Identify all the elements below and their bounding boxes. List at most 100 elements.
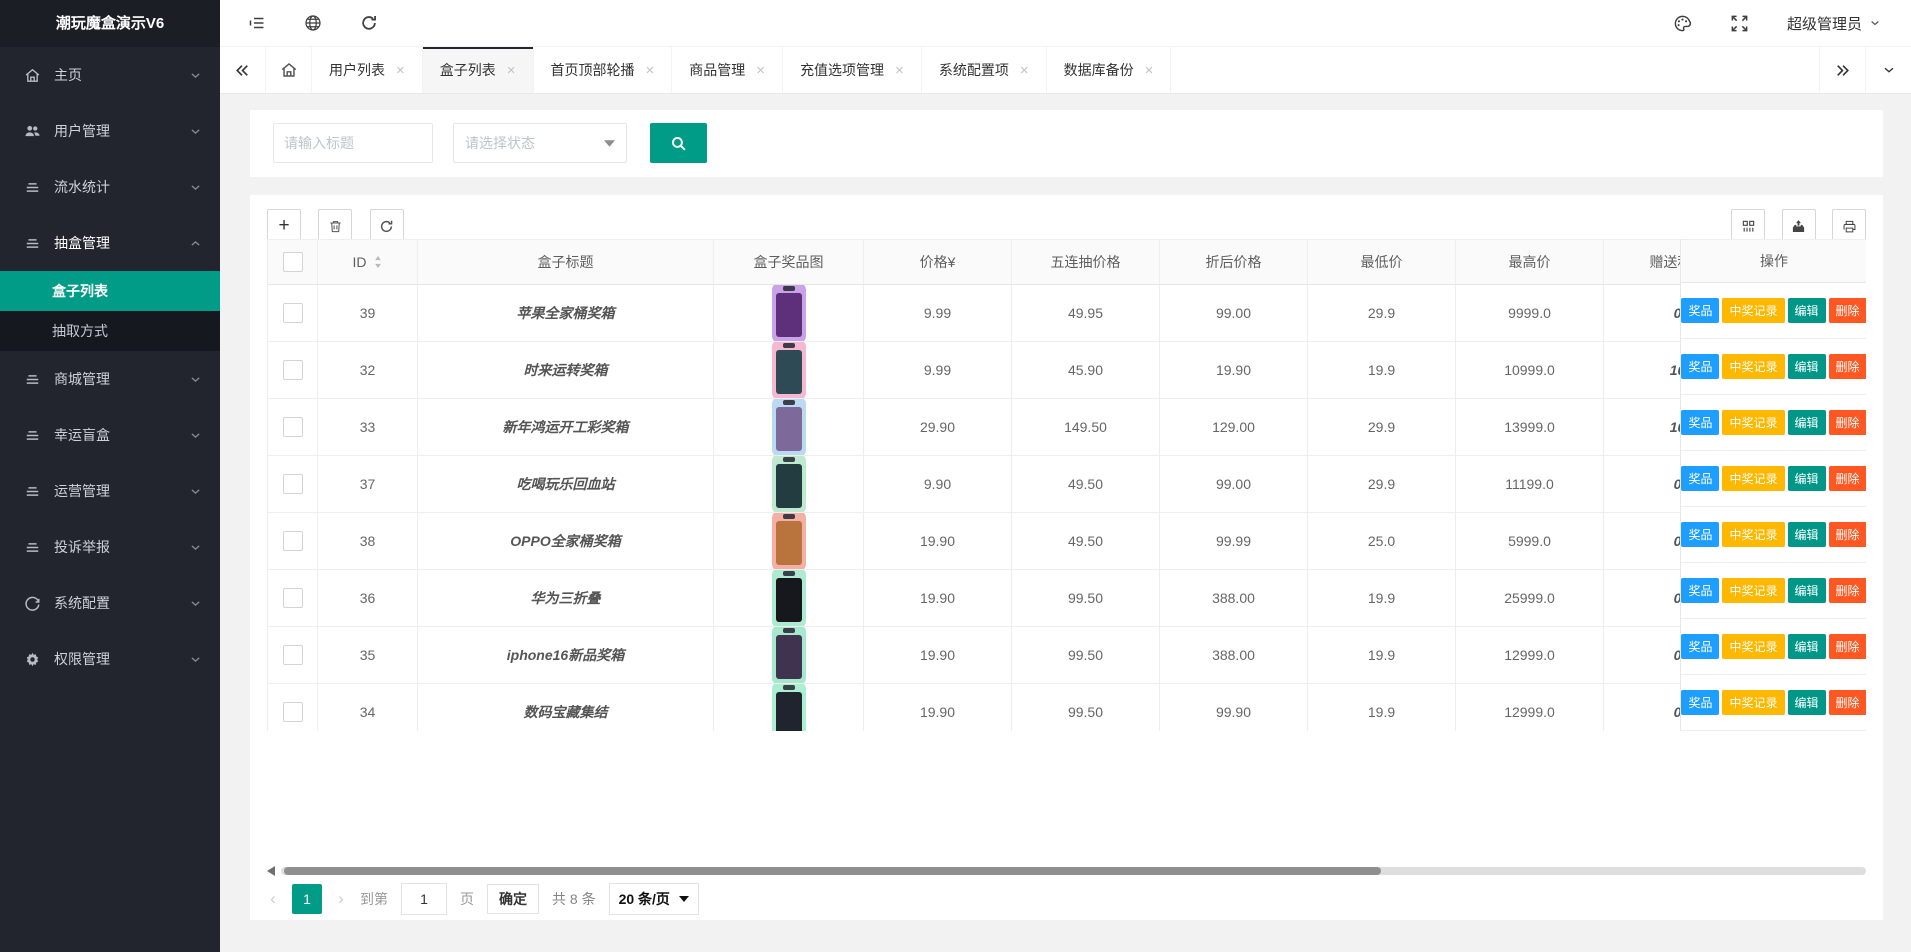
action-删除-button[interactable]: 删除 bbox=[1829, 354, 1866, 379]
sidebar-item[interactable]: 幸运盲盒 bbox=[0, 407, 220, 463]
status-select[interactable]: 请选择状态 bbox=[453, 123, 627, 163]
tab-充值选项管理[interactable]: 充值选项管理× bbox=[783, 47, 922, 93]
collapse-sidebar-icon[interactable] bbox=[248, 14, 266, 32]
tab-系统配置项[interactable]: 系统配置项× bbox=[922, 47, 1047, 93]
action-删除-button[interactable]: 删除 bbox=[1829, 466, 1866, 491]
sidebar-item[interactable]: 权限管理 bbox=[0, 631, 220, 687]
cell-title: 吃喝玩乐回血站 bbox=[418, 456, 714, 512]
title-search-input[interactable] bbox=[273, 123, 433, 163]
row-checkbox[interactable] bbox=[283, 417, 303, 437]
action-奖品-button[interactable]: 奖品 bbox=[1681, 466, 1719, 491]
action-中奖记录-button[interactable]: 中奖记录 bbox=[1722, 354, 1784, 379]
sidebar-item[interactable]: 运营管理 bbox=[0, 463, 220, 519]
action-奖品-button[interactable]: 奖品 bbox=[1681, 522, 1719, 547]
prev-page-button[interactable]: ‹ bbox=[267, 889, 279, 909]
action-奖品-button[interactable]: 奖品 bbox=[1681, 354, 1719, 379]
action-编辑-button[interactable]: 编辑 bbox=[1788, 634, 1826, 659]
action-奖品-button[interactable]: 奖品 bbox=[1681, 690, 1719, 715]
action-删除-button[interactable]: 删除 bbox=[1829, 298, 1866, 323]
row-checkbox[interactable] bbox=[283, 474, 303, 494]
scrollbar-left-arrow[interactable] bbox=[267, 866, 275, 876]
chevron-down-icon bbox=[1882, 63, 1896, 77]
row-checkbox[interactable] bbox=[283, 702, 303, 722]
action-编辑-button[interactable]: 编辑 bbox=[1788, 410, 1826, 435]
action-编辑-button[interactable]: 编辑 bbox=[1788, 578, 1826, 603]
action-奖品-button[interactable]: 奖品 bbox=[1681, 634, 1719, 659]
sidebar-item[interactable]: 用户管理 bbox=[0, 103, 220, 159]
columns-filter-button[interactable] bbox=[1731, 209, 1765, 243]
action-编辑-button[interactable]: 编辑 bbox=[1788, 690, 1826, 715]
action-中奖记录-button[interactable]: 中奖记录 bbox=[1722, 634, 1784, 659]
user-menu[interactable]: 超级管理员 bbox=[1787, 13, 1881, 34]
action-编辑-button[interactable]: 编辑 bbox=[1788, 522, 1826, 547]
page-size-select[interactable]: 20 条/页 bbox=[609, 883, 699, 915]
confirm-page-button[interactable]: 确定 bbox=[487, 884, 539, 914]
close-tab-icon[interactable]: × bbox=[396, 63, 405, 78]
reload-table-button[interactable] bbox=[370, 209, 404, 243]
row-checkbox[interactable] bbox=[283, 360, 303, 380]
action-奖品-button[interactable]: 奖品 bbox=[1681, 298, 1719, 323]
scrollbar-thumb[interactable] bbox=[284, 867, 1381, 875]
action-删除-button[interactable]: 删除 bbox=[1829, 578, 1866, 603]
print-button[interactable] bbox=[1832, 209, 1866, 243]
action-中奖记录-button[interactable]: 中奖记录 bbox=[1722, 578, 1784, 603]
action-编辑-button[interactable]: 编辑 bbox=[1788, 466, 1826, 491]
action-中奖记录-button[interactable]: 中奖记录 bbox=[1722, 522, 1784, 547]
close-tab-icon[interactable]: × bbox=[507, 63, 516, 78]
action-中奖记录-button[interactable]: 中奖记录 bbox=[1722, 298, 1784, 323]
tab-home-button[interactable] bbox=[266, 47, 312, 93]
action-编辑-button[interactable]: 编辑 bbox=[1788, 354, 1826, 379]
theme-palette-icon[interactable] bbox=[1673, 14, 1692, 33]
export-button[interactable] bbox=[1782, 209, 1816, 243]
action-奖品-button[interactable]: 奖品 bbox=[1681, 410, 1719, 435]
row-checkbox[interactable] bbox=[283, 588, 303, 608]
current-page-button[interactable]: 1 bbox=[292, 884, 322, 914]
action-删除-button[interactable]: 删除 bbox=[1829, 634, 1866, 659]
sidebar-item[interactable]: 商城管理 bbox=[0, 351, 220, 407]
tab-数据库备份[interactable]: 数据库备份× bbox=[1047, 47, 1172, 93]
add-button[interactable]: + bbox=[267, 209, 301, 243]
tabs-more-button[interactable] bbox=[1865, 47, 1911, 93]
sidebar-item[interactable]: 主页 bbox=[0, 47, 220, 103]
action-奖品-button[interactable]: 奖品 bbox=[1681, 578, 1719, 603]
close-tab-icon[interactable]: × bbox=[646, 63, 655, 78]
row-checkbox[interactable] bbox=[283, 645, 303, 665]
globe-icon[interactable] bbox=[304, 14, 322, 32]
sidebar-item[interactable]: 系统配置 bbox=[0, 575, 220, 631]
action-删除-button[interactable]: 删除 bbox=[1829, 410, 1866, 435]
row-actions: 奖品中奖记录编辑删除 bbox=[1681, 451, 1866, 507]
action-中奖记录-button[interactable]: 中奖记录 bbox=[1722, 690, 1784, 715]
tab-商品管理[interactable]: 商品管理× bbox=[672, 47, 783, 93]
action-中奖记录-button[interactable]: 中奖记录 bbox=[1722, 410, 1784, 435]
double-chevron-left-icon bbox=[234, 62, 251, 79]
select-all-checkbox[interactable] bbox=[283, 252, 303, 272]
tabs-scroll-left-button[interactable] bbox=[220, 47, 266, 93]
tab-盒子列表[interactable]: 盒子列表× bbox=[423, 47, 534, 93]
scrollbar-track[interactable] bbox=[281, 867, 1866, 875]
sidebar-item[interactable]: 流水统计 bbox=[0, 159, 220, 215]
action-删除-button[interactable]: 删除 bbox=[1829, 522, 1866, 547]
sort-icon[interactable] bbox=[373, 255, 383, 269]
sidebar-item[interactable]: 抽盒管理 bbox=[0, 215, 220, 271]
close-tab-icon[interactable]: × bbox=[756, 63, 765, 78]
action-删除-button[interactable]: 删除 bbox=[1829, 690, 1866, 715]
tab-首页顶部轮播[interactable]: 首页顶部轮播× bbox=[534, 47, 673, 93]
delete-selected-button[interactable] bbox=[318, 209, 352, 243]
fullscreen-icon[interactable] bbox=[1730, 14, 1749, 33]
close-tab-icon[interactable]: × bbox=[1145, 63, 1154, 78]
tab-用户列表[interactable]: 用户列表× bbox=[312, 47, 423, 93]
row-checkbox[interactable] bbox=[283, 303, 303, 323]
next-page-button[interactable]: › bbox=[335, 889, 347, 909]
sidebar-item[interactable]: 投诉举报 bbox=[0, 519, 220, 575]
goto-page-input[interactable] bbox=[401, 883, 447, 915]
close-tab-icon[interactable]: × bbox=[895, 63, 904, 78]
close-tab-icon[interactable]: × bbox=[1020, 63, 1029, 78]
sidebar-subitem[interactable]: 盒子列表 bbox=[0, 271, 220, 311]
tabs-scroll-right-button[interactable] bbox=[1819, 47, 1865, 93]
sidebar-subitem[interactable]: 抽取方式 bbox=[0, 311, 220, 351]
row-checkbox[interactable] bbox=[283, 531, 303, 551]
refresh-icon[interactable] bbox=[360, 14, 378, 32]
search-button[interactable] bbox=[650, 123, 707, 163]
action-编辑-button[interactable]: 编辑 bbox=[1788, 298, 1826, 323]
action-中奖记录-button[interactable]: 中奖记录 bbox=[1722, 466, 1784, 491]
